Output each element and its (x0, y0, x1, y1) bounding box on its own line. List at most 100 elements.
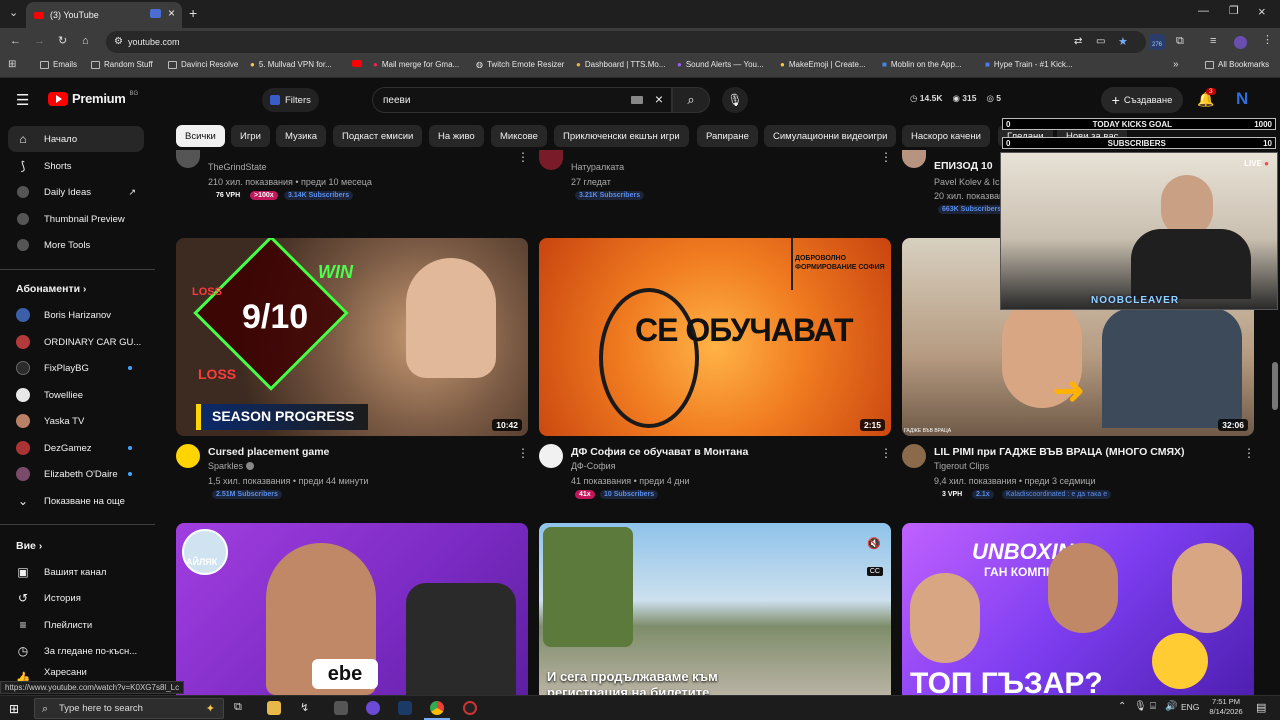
video-channel[interactable]: Tigerout Clips (934, 461, 989, 471)
chip-9[interactable]: Наскоро качени (902, 125, 990, 147)
bookmark-4[interactable]: ● Mail merge for Gma... (373, 60, 459, 69)
bookmark-10[interactable]: ■ Hype Train - #1 Kick... (985, 60, 1073, 69)
account-avatar[interactable]: N (1236, 89, 1248, 109)
chip-0[interactable]: Всички (176, 125, 225, 147)
forward-icon[interactable]: → (34, 36, 45, 47)
bookmark-5[interactable]: ◍ Twitch Emote Resizer (476, 60, 564, 69)
video-thumbnail[interactable]: АЙЛЯК ebe (176, 523, 528, 695)
chip-3[interactable]: Подкаст емисии (333, 125, 423, 147)
voice-search-button[interactable]: 🎙 (722, 87, 748, 113)
translate-icon[interactable]: ⇄ (1074, 36, 1082, 47)
language-indicator[interactable]: ENG (1181, 702, 1199, 712)
app-icon[interactable]: ↯ (300, 701, 314, 715)
sidebar-item-your-channel[interactable]: ▣ Вашият канал (8, 559, 144, 585)
video-title[interactable]: LIL PIMI при ГАДЖЕ ВЪВ ВРАЦА (МНОГО СМЯХ… (934, 446, 1185, 458)
bookmark-2[interactable]: Davinci Resolve (168, 60, 238, 69)
mute-icon[interactable]: 🔇 (867, 537, 881, 550)
sidebar-item-history[interactable]: ↺ История (8, 585, 144, 611)
bookmark-8[interactable]: ● MakeEmoji | Create... (780, 60, 866, 69)
bookmark-star-icon[interactable]: ★ (1118, 35, 1128, 48)
video-thumbnail[interactable]: ДОБРОВОЛНО ФОРМИРОВАНИЕ СОФИЯ СЕ ОБУЧАВА… (539, 238, 891, 436)
bookmark-9[interactable]: ■ Moblin on the App... (882, 60, 962, 69)
captions-icon[interactable]: CC (866, 567, 883, 576)
tab-search-icon[interactable]: ⌄ (9, 8, 18, 19)
sidebar-sub-4[interactable]: Yaska TV (8, 408, 144, 434)
chip-7[interactable]: Рапиране (697, 125, 758, 147)
chip-6[interactable]: Приключенски екшън игри (554, 125, 689, 147)
channel-avatar[interactable] (902, 150, 926, 168)
sidebar-sub-3[interactable]: Towelliee (8, 382, 144, 408)
more-actions-icon[interactable]: ⋮ (880, 446, 892, 460)
profile-avatar[interactable] (1234, 36, 1247, 49)
video-title[interactable]: ЕПИЗОД 10 (934, 160, 993, 172)
sidebar-item-watch-later[interactable]: ◷ За гледане по-късн... (8, 638, 144, 664)
all-bookmarks[interactable]: All Bookmarks (1205, 60, 1269, 69)
you-header[interactable]: Вие › (16, 540, 42, 552)
channel-avatar[interactable] (176, 150, 200, 168)
clear-search-icon[interactable]: × (655, 91, 663, 107)
tray-overflow-icon[interactable]: ⌃ (1118, 701, 1126, 712)
media-controls-icon[interactable]: ≡ (1210, 36, 1216, 47)
keyboard-icon[interactable] (631, 96, 643, 104)
page-scrollbar[interactable] (1272, 362, 1278, 410)
task-view-icon[interactable]: ⧉ (234, 701, 248, 715)
menu-icon[interactable]: ☰ (16, 91, 29, 109)
sidebar-sub-1[interactable]: ORDINARY CAR GU... (8, 329, 144, 355)
youtube-logo[interactable]: Premium BG (48, 91, 138, 106)
video-title[interactable]: Cursed placement game (208, 446, 329, 458)
clock[interactable]: 7:51 PM 8/14/2026 (1204, 697, 1248, 717)
sidebar-sub-0[interactable]: Boris Harizanov (8, 302, 144, 328)
window-close-icon[interactable]: × (1258, 5, 1266, 18)
network-icon[interactable]: ⌸ (1150, 701, 1156, 712)
channel-avatar[interactable] (176, 444, 200, 468)
tab-close-icon[interactable]: × (168, 6, 175, 20)
video-thumbnail[interactable]: UNBOXING ГАН КОМПЮТЪР ТОП ГЪЗАР? (902, 523, 1254, 695)
chip-2[interactable]: Музика (276, 125, 327, 147)
windows-start-icon[interactable]: ⊞ (9, 702, 19, 716)
new-tab-icon[interactable]: + (189, 6, 197, 20)
apps-grid-icon[interactable]: ⊞ (8, 60, 16, 70)
search-button[interactable]: ⌕ (672, 87, 710, 113)
search-input[interactable]: пееви × (372, 87, 672, 113)
sidebar-sub-2[interactable]: FixPlayBG (8, 355, 144, 381)
chip-1[interactable]: Игри (231, 125, 270, 147)
file-explorer-icon[interactable] (267, 701, 281, 715)
video-channel[interactable]: Pavel Kolev & Ic (934, 177, 1000, 187)
chip-4[interactable]: На живо (429, 125, 484, 147)
obs-icon[interactable] (463, 701, 477, 715)
browser-menu-icon[interactable]: ⋮ (1262, 35, 1273, 46)
more-actions-icon[interactable]: ⋮ (1243, 446, 1255, 460)
video-channel[interactable]: ДФ-София (571, 461, 616, 471)
chrome-icon[interactable] (430, 701, 444, 715)
chip-5[interactable]: Миксове (491, 125, 547, 147)
sidebar-item-more-tools[interactable]: More Tools (8, 232, 144, 258)
create-button[interactable]: + Създаване (1101, 87, 1183, 113)
home-icon[interactable]: ⌂ (82, 36, 89, 47)
more-bookmarks-icon[interactable]: » (1173, 60, 1179, 70)
steam-icon[interactable] (398, 701, 412, 715)
sidebar-item-daily-ideas[interactable]: Daily Ideas ↗ (8, 179, 144, 205)
sidebar-item-playlists[interactable]: ≡ Плейлисти (8, 612, 144, 638)
sidebar-item-home[interactable]: ⌂ Начало (8, 126, 144, 152)
video-thumbnail[interactable]: CC 🔇 И сега продължаваме към регистрация… (539, 523, 891, 695)
channel-avatar[interactable] (902, 444, 926, 468)
bookmark-0[interactable]: Emails (40, 60, 77, 69)
extension-badge-icon[interactable]: 276 (1149, 34, 1165, 50)
sidebar-show-more[interactable]: ⌄ Показване на още (8, 488, 144, 514)
channel-avatar[interactable] (539, 150, 563, 170)
more-actions-icon[interactable]: ⋮ (517, 446, 529, 460)
browser-tab-youtube[interactable]: (3) YouTube × (26, 2, 182, 28)
channel-avatar[interactable] (539, 444, 563, 468)
back-icon[interactable]: ← (10, 36, 21, 47)
bookmark-1[interactable]: Random Stuff (91, 60, 153, 69)
taskbar-search-input[interactable]: ⌕ Type here to search ✦ (34, 698, 224, 719)
chip-8[interactable]: Симулационни видеоигри (764, 125, 897, 147)
app-icon[interactable] (334, 701, 348, 715)
video-thumbnail[interactable]: 9/10 WIN LOSS LOSS SEASON PROGRESS 10:42 (176, 238, 528, 436)
video-channel[interactable]: Sparkles (208, 461, 254, 471)
bookmark-youtube[interactable] (352, 60, 362, 67)
address-input[interactable]: ⚙ youtube.com ⇄ ▭ ★ (106, 31, 1146, 53)
bookmark-7[interactable]: ● Sound Alerts — You... (677, 60, 764, 69)
minimize-icon[interactable]: — (1198, 6, 1209, 17)
video-channel[interactable]: TheGrindState (208, 162, 267, 172)
